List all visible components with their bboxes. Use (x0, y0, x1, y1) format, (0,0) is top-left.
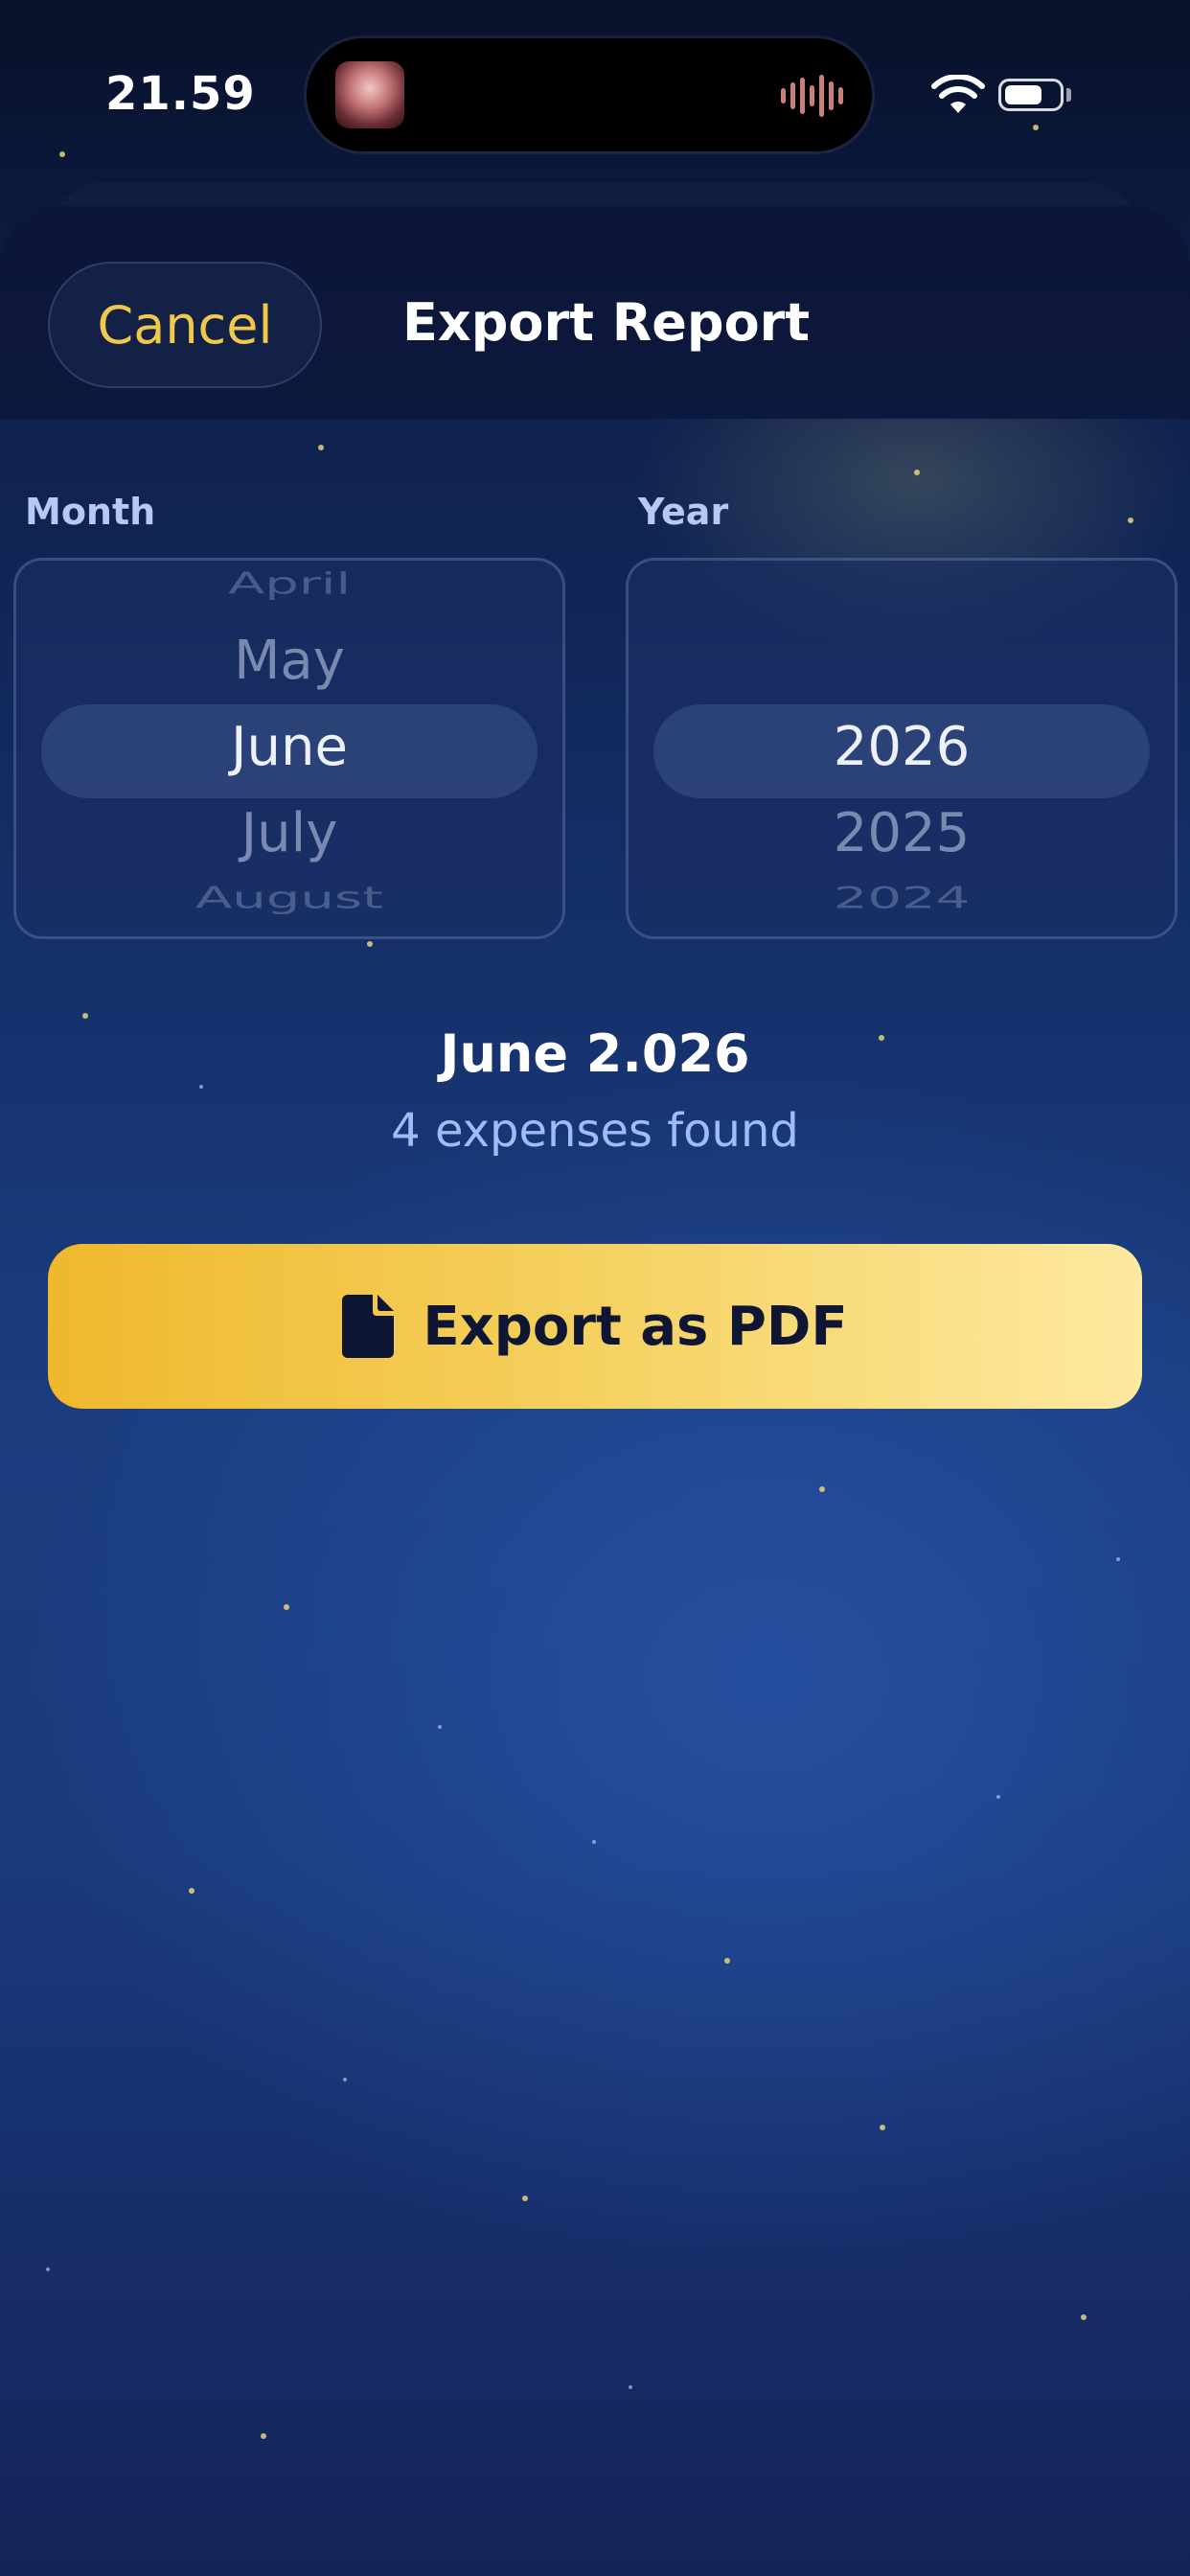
page-title: Export Report (402, 292, 811, 353)
month-option-august[interactable]: August (16, 882, 562, 916)
year-option-2025[interactable]: 2025 (629, 802, 1175, 864)
battery-nub (1066, 88, 1071, 102)
year-picker[interactable]: 2026 2025 2024 (626, 558, 1178, 939)
wifi-icon (931, 75, 985, 113)
month-option-june[interactable]: June (16, 716, 562, 778)
month-option-july[interactable]: July (16, 802, 562, 864)
year-option-2024[interactable]: 2024 (629, 882, 1175, 916)
document-icon (342, 1295, 395, 1358)
cancel-button[interactable]: Cancel (48, 262, 322, 388)
dynamic-island[interactable] (307, 38, 872, 151)
audio-waveform-icon (781, 75, 843, 117)
status-time: 21.59 (105, 67, 256, 121)
media-thumbnail-icon (335, 61, 404, 128)
selected-period: June 2.026 (440, 1024, 750, 1084)
export-pdf-label: Export as PDF (423, 1295, 848, 1358)
export-pdf-button[interactable]: Export as PDF (48, 1244, 1142, 1409)
month-label: Month (25, 491, 156, 533)
month-picker[interactable]: April May June July August (13, 558, 565, 939)
expenses-count: 4 expenses found (391, 1104, 799, 1158)
battery-icon (998, 79, 1064, 111)
year-option-2026[interactable]: 2026 (629, 716, 1175, 778)
year-label: Year (638, 491, 729, 533)
battery-level (1005, 85, 1041, 104)
month-option-april[interactable]: April (16, 567, 562, 602)
month-option-may[interactable]: May (16, 630, 562, 692)
